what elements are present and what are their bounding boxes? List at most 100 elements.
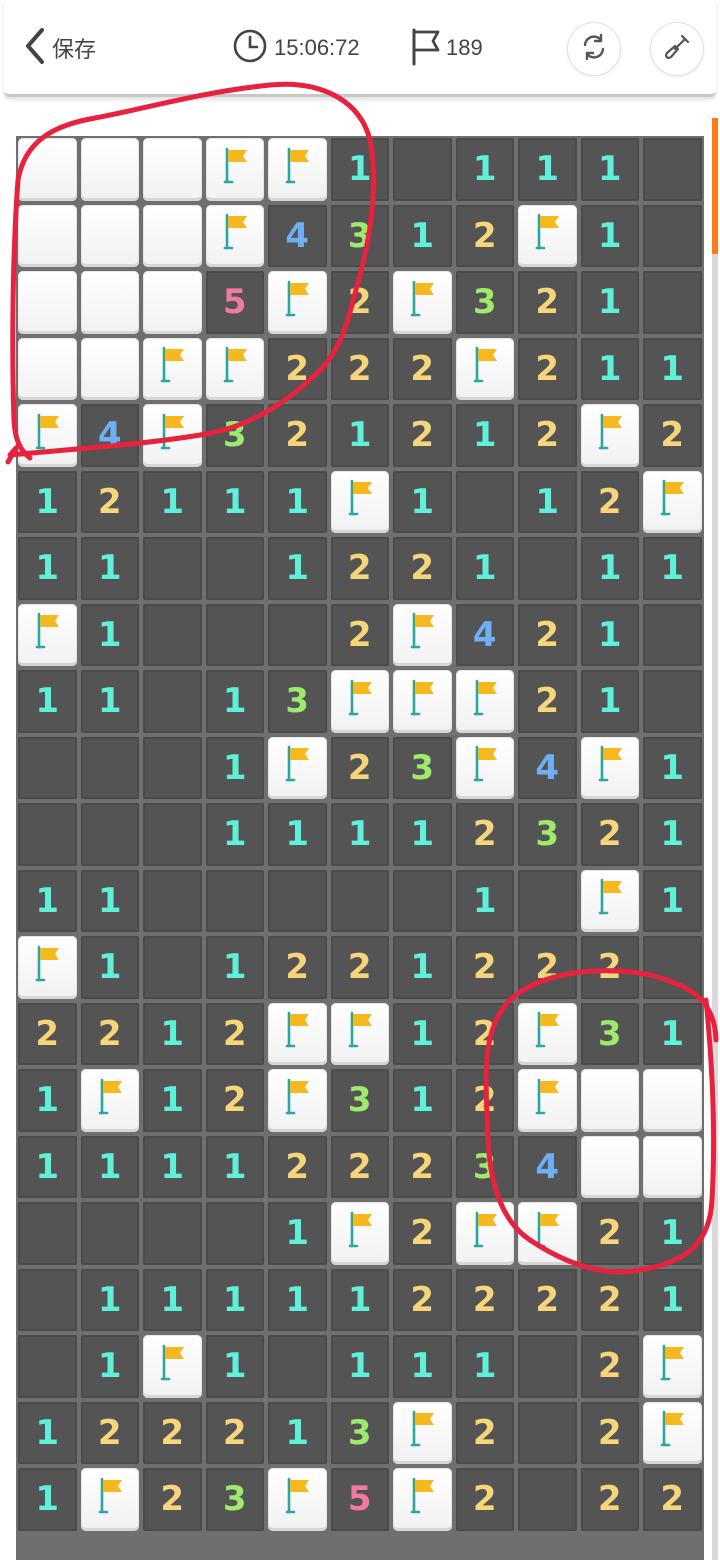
- number-cell[interactable]: 2: [205, 1069, 264, 1132]
- number-cell[interactable]: 2: [330, 537, 389, 600]
- flagged-cell[interactable]: [330, 1202, 389, 1265]
- number-cell[interactable]: 2: [80, 470, 139, 533]
- number-cell[interactable]: 1: [330, 1268, 389, 1331]
- number-cell[interactable]: 1: [80, 1335, 139, 1398]
- number-cell[interactable]: 1: [205, 736, 264, 799]
- unopened-cell[interactable]: [143, 271, 202, 334]
- number-cell[interactable]: 2: [393, 1202, 452, 1265]
- opened-empty-cell[interactable]: [205, 1202, 264, 1265]
- flagged-cell[interactable]: [455, 670, 514, 733]
- flagged-cell[interactable]: [268, 138, 327, 201]
- flagged-cell[interactable]: [580, 404, 639, 467]
- opened-empty-cell[interactable]: [643, 271, 702, 334]
- opened-empty-cell[interactable]: [643, 204, 702, 267]
- number-cell[interactable]: 3: [205, 1468, 264, 1531]
- number-cell[interactable]: 4: [80, 404, 139, 467]
- number-cell[interactable]: 3: [268, 670, 327, 733]
- number-cell[interactable]: 2: [518, 670, 577, 733]
- number-cell[interactable]: 1: [393, 1069, 452, 1132]
- number-cell[interactable]: 3: [455, 271, 514, 334]
- number-cell[interactable]: 2: [455, 936, 514, 999]
- number-cell[interactable]: 2: [80, 1002, 139, 1065]
- number-cell[interactable]: 1: [455, 138, 514, 201]
- number-cell[interactable]: 3: [393, 736, 452, 799]
- flagged-cell[interactable]: [330, 1002, 389, 1065]
- number-cell[interactable]: 1: [18, 670, 77, 733]
- opened-empty-cell[interactable]: [455, 470, 514, 533]
- number-cell[interactable]: 1: [18, 1468, 77, 1531]
- number-cell[interactable]: 1: [268, 537, 327, 600]
- number-cell[interactable]: 2: [518, 936, 577, 999]
- number-cell[interactable]: 1: [205, 1135, 264, 1198]
- flagged-cell[interactable]: [393, 271, 452, 334]
- flagged-cell[interactable]: [143, 1335, 202, 1398]
- number-cell[interactable]: 1: [330, 404, 389, 467]
- number-cell[interactable]: 1: [643, 1268, 702, 1331]
- opened-empty-cell[interactable]: [143, 1202, 202, 1265]
- number-cell[interactable]: 1: [455, 404, 514, 467]
- number-cell[interactable]: 2: [518, 404, 577, 467]
- flagged-cell[interactable]: [268, 1468, 327, 1531]
- number-cell[interactable]: 1: [643, 803, 702, 866]
- number-cell[interactable]: 1: [393, 204, 452, 267]
- opened-empty-cell[interactable]: [268, 869, 327, 932]
- flagged-cell[interactable]: [518, 1002, 577, 1065]
- number-cell[interactable]: 1: [580, 271, 639, 334]
- opened-empty-cell[interactable]: [143, 869, 202, 932]
- number-cell[interactable]: 1: [143, 1268, 202, 1331]
- flagged-cell[interactable]: [205, 337, 264, 400]
- number-cell[interactable]: 1: [18, 1401, 77, 1464]
- number-cell[interactable]: 1: [580, 204, 639, 267]
- flagged-cell[interactable]: [18, 603, 77, 666]
- number-cell[interactable]: 4: [518, 1135, 577, 1198]
- number-cell[interactable]: 2: [205, 1002, 264, 1065]
- number-cell[interactable]: 1: [580, 537, 639, 600]
- number-cell[interactable]: 1: [330, 803, 389, 866]
- number-cell[interactable]: 1: [18, 869, 77, 932]
- opened-empty-cell[interactable]: [18, 1202, 77, 1265]
- number-cell[interactable]: 1: [143, 1002, 202, 1065]
- opened-empty-cell[interactable]: [80, 1202, 139, 1265]
- hint-button[interactable]: [650, 22, 704, 76]
- number-cell[interactable]: 2: [580, 1335, 639, 1398]
- number-cell[interactable]: 2: [330, 936, 389, 999]
- opened-empty-cell[interactable]: [643, 603, 702, 666]
- number-cell[interactable]: 1: [268, 470, 327, 533]
- number-cell[interactable]: 3: [330, 1069, 389, 1132]
- number-cell[interactable]: 1: [518, 470, 577, 533]
- number-cell[interactable]: 1: [18, 537, 77, 600]
- number-cell[interactable]: 1: [643, 869, 702, 932]
- number-cell[interactable]: 1: [393, 1002, 452, 1065]
- number-cell[interactable]: 2: [518, 603, 577, 666]
- number-cell[interactable]: 1: [643, 736, 702, 799]
- unopened-cell[interactable]: [580, 1069, 639, 1132]
- flagged-cell[interactable]: [393, 1468, 452, 1531]
- opened-empty-cell[interactable]: [18, 736, 77, 799]
- number-cell[interactable]: 4: [455, 603, 514, 666]
- number-cell[interactable]: 2: [143, 1401, 202, 1464]
- opened-empty-cell[interactable]: [205, 603, 264, 666]
- number-cell[interactable]: 3: [455, 1135, 514, 1198]
- opened-empty-cell[interactable]: [393, 138, 452, 201]
- number-cell[interactable]: 2: [393, 1135, 452, 1198]
- opened-empty-cell[interactable]: [268, 603, 327, 666]
- flagged-cell[interactable]: [268, 1002, 327, 1065]
- opened-empty-cell[interactable]: [330, 869, 389, 932]
- number-cell[interactable]: 2: [455, 803, 514, 866]
- number-cell[interactable]: 1: [268, 1202, 327, 1265]
- number-cell[interactable]: 5: [330, 1468, 389, 1531]
- unopened-cell[interactable]: [143, 138, 202, 201]
- number-cell[interactable]: 1: [80, 537, 139, 600]
- number-cell[interactable]: 5: [205, 271, 264, 334]
- number-cell[interactable]: 2: [580, 936, 639, 999]
- number-cell[interactable]: 1: [80, 1135, 139, 1198]
- flagged-cell[interactable]: [455, 1202, 514, 1265]
- flagged-cell[interactable]: [393, 670, 452, 733]
- number-cell[interactable]: 1: [205, 1335, 264, 1398]
- number-cell[interactable]: 2: [330, 1135, 389, 1198]
- number-cell[interactable]: 1: [455, 869, 514, 932]
- flagged-cell[interactable]: [330, 470, 389, 533]
- number-cell[interactable]: 1: [643, 1002, 702, 1065]
- flagged-cell[interactable]: [580, 869, 639, 932]
- number-cell[interactable]: 1: [518, 138, 577, 201]
